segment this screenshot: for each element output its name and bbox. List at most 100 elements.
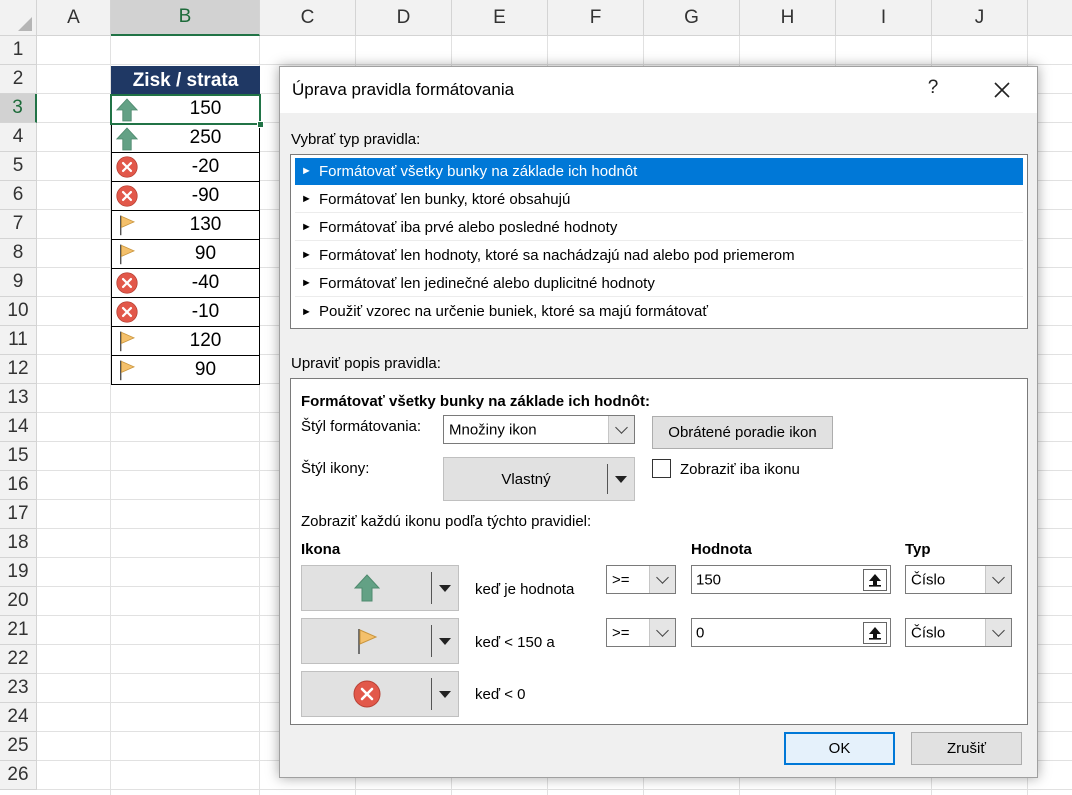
yellow-flag-icon [116,330,138,352]
column-header-a[interactable]: A [37,0,111,36]
close-icon [994,82,1010,98]
data-cell-value: 90 [194,359,217,380]
row-header-16[interactable]: 16 [0,471,37,500]
yellow-flag-icon [358,629,378,654]
reverse-icon-order-button[interactable]: Obrátené poradie ikon [652,416,833,449]
help-button[interactable]: ? [921,77,945,99]
icon-style-value: Vlastný [501,470,551,488]
show-icon-only-checkbox[interactable] [652,459,671,478]
row-header-6[interactable]: 6 [0,181,37,210]
column-header-b[interactable]: B [111,0,260,36]
red-x-circle-icon [116,185,138,207]
row-header-14[interactable]: 14 [0,413,37,442]
row-header-18[interactable]: 18 [0,529,37,558]
chevron-down-icon [649,619,675,646]
data-cell[interactable]: 150 [111,95,260,124]
row-header-5[interactable]: 5 [0,152,37,181]
operator-dropdown-2[interactable]: >= [606,618,676,647]
type-dropdown-2[interactable]: Číslo [905,618,1012,647]
data-cell[interactable]: 130 [111,211,260,240]
triangle-down-icon [608,458,634,500]
row-header-1[interactable]: 1 [0,36,37,65]
red-x-circle-icon [116,156,138,178]
row-header-8[interactable]: 8 [0,239,37,268]
data-cell[interactable]: -40 [111,269,260,298]
rule-type-item-unique-duplicate[interactable]: ► Formátovať len jedinečné alebo duplicit… [295,270,1023,297]
row-header-26[interactable]: 26 [0,761,37,790]
row-header-13[interactable]: 13 [0,384,37,413]
data-cell[interactable]: 90 [111,240,260,269]
rule-type-item-contains[interactable]: ► Formátovať len bunky, ktoré obsahujú [295,186,1023,213]
rule-type-item-all-cells[interactable]: ► Formátovať všetky bunky na základe ich … [295,158,1023,185]
rule-type-list[interactable]: ► Formátovať všetky bunky na základe ich … [290,154,1028,329]
range-selector-button-1[interactable] [863,569,887,591]
format-style-label: Štýl formátovania: [301,418,422,435]
row-header-11[interactable]: 11 [0,326,37,355]
select-all-corner[interactable] [0,0,37,36]
row-header-9[interactable]: 9 [0,268,37,297]
rule-type-item-above-below-average[interactable]: ► Formátovať len hodnoty, ktoré sa nachád… [295,242,1023,269]
type-dropdown-1[interactable]: Číslo [905,565,1012,594]
row-header-19[interactable]: 19 [0,558,37,587]
rule-type-item-top-bottom[interactable]: ► Formátovať iba prvé alebo posledné hodn… [295,214,1023,241]
value-input-1[interactable]: 150 [691,565,891,594]
column-header-f[interactable]: F [548,0,644,36]
icon-picker-3[interactable] [301,671,459,717]
icon-style-label: Štýl ikony: [301,460,370,477]
operator-dropdown-1[interactable]: >= [606,565,676,594]
data-cell[interactable]: 90 [111,356,260,385]
value-input-1-text: 150 [696,571,722,588]
triangle-down-icon [432,672,458,716]
column-header-i[interactable]: I [836,0,932,36]
column-header-c[interactable]: C [260,0,356,36]
data-cell-value: -40 [191,272,220,293]
row-header-2[interactable]: 2 [0,65,37,94]
column-label-icon: Ikona [301,541,341,558]
data-cell-value: 130 [189,214,222,235]
row-header-20[interactable]: 20 [0,587,37,616]
cancel-button[interactable]: Zrušiť [911,732,1022,765]
triangle-right-icon: ► [301,277,312,289]
data-cell[interactable]: -20 [111,153,260,182]
green-up-arrow-icon [115,98,139,122]
triangle-down-icon [432,619,458,663]
yellow-flag-icon [116,359,138,381]
column-header-k [1028,0,1072,36]
select-rule-type-label: Vybrať typ pravidla: [291,131,421,148]
row-header-10[interactable]: 10 [0,297,37,326]
close-button[interactable] [989,77,1015,103]
column-header-d[interactable]: D [356,0,452,36]
value-input-2[interactable]: 0 [691,618,891,647]
column-header-e[interactable]: E [452,0,548,36]
ok-button[interactable]: OK [784,732,895,765]
dialog-titlebar: Úprava pravidla formátovania ? [280,67,1037,113]
range-selector-button-2[interactable] [863,622,887,644]
row-header-21[interactable]: 21 [0,616,37,645]
data-cell[interactable]: -10 [111,298,260,327]
collapse-dialog-icon [869,627,881,640]
row-header-7[interactable]: 7 [0,210,37,239]
row-header-12[interactable]: 12 [0,355,37,384]
data-cell[interactable]: -90 [111,182,260,211]
row-header-4[interactable]: 4 [0,123,37,152]
row-header-15[interactable]: 15 [0,442,37,471]
description-heading: Formátovať všetky bunky na základe ich h… [301,393,650,410]
data-cell[interactable]: 120 [111,327,260,356]
row-header-23[interactable]: 23 [0,674,37,703]
row-header-17[interactable]: 17 [0,500,37,529]
icon-picker-2[interactable] [301,618,459,664]
column-header-h[interactable]: H [740,0,836,36]
column-header-j[interactable]: J [932,0,1028,36]
format-style-dropdown[interactable]: Množiny ikon [443,415,635,444]
data-cell[interactable]: 250 [111,124,260,153]
row-header-3[interactable]: 3 [0,94,37,123]
icon-style-dropdown[interactable]: Vlastný [443,457,635,501]
row-header-25[interactable]: 25 [0,732,37,761]
header-cell-zisk-strata[interactable]: Zisk / strata [111,66,260,95]
green-up-arrow-icon [354,574,380,602]
column-header-g[interactable]: G [644,0,740,36]
row-header-22[interactable]: 22 [0,645,37,674]
icon-picker-1[interactable] [301,565,459,611]
row-header-24[interactable]: 24 [0,703,37,732]
rule-type-item-formula[interactable]: ► Použiť vzorec na určenie buniek, ktoré … [295,298,1023,325]
